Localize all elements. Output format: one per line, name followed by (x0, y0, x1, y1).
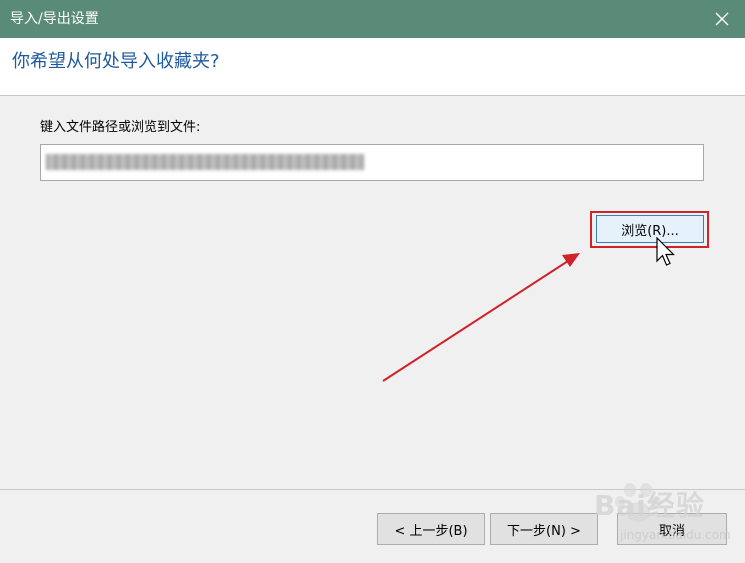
title-bar: 导入/导出设置 (0, 0, 745, 38)
mouse-pointer-icon (656, 237, 675, 266)
blurred-path-text (46, 154, 364, 170)
close-button[interactable] (699, 0, 745, 38)
next-button[interactable]: 下一步(N) > (490, 513, 598, 545)
browse-button[interactable]: 浏览(R)... (596, 215, 704, 243)
annotation-arrow (382, 253, 580, 382)
close-icon (715, 12, 729, 26)
back-button[interactable]: < 上一步(B) (377, 513, 485, 545)
file-path-label: 键入文件路径或浏览到文件: (40, 120, 201, 135)
cancel-button[interactable]: 取消 (617, 513, 727, 545)
page-title: 你希望从何处导入收藏夹? (12, 51, 220, 72)
dialog-body: 键入文件路径或浏览到文件: 浏览(R)... (0, 97, 745, 489)
dialog-header: 你希望从何处导入收藏夹? (0, 38, 745, 96)
dialog-footer: < 上一步(B) 下一步(N) > 取消 (0, 489, 745, 563)
window-title: 导入/导出设置 (10, 11, 99, 27)
